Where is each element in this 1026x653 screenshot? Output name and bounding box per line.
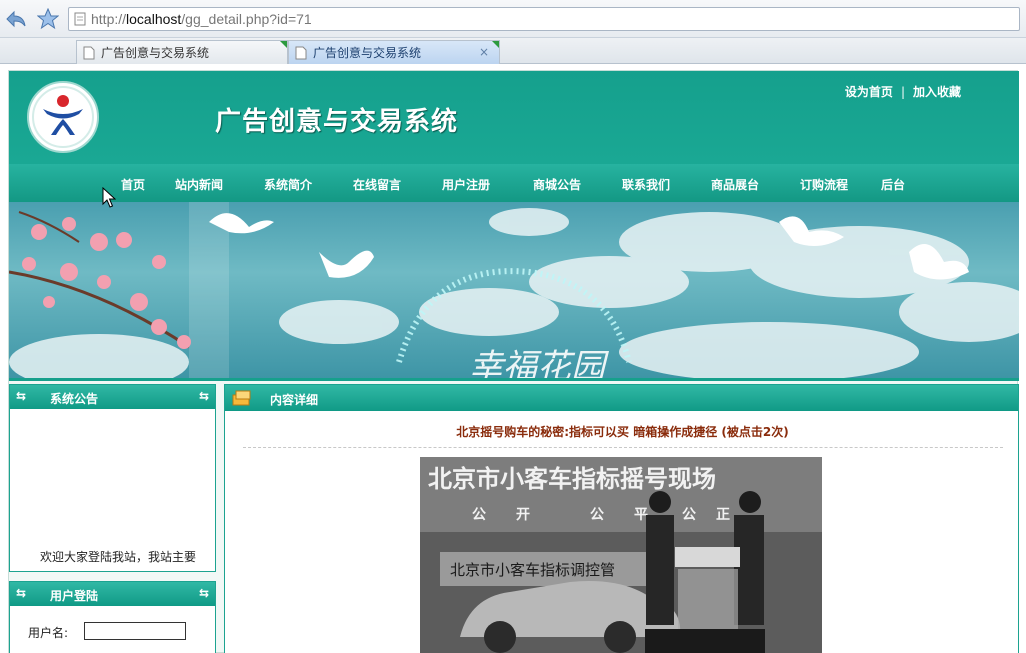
tab-corner-marker — [280, 41, 287, 48]
banner-text: 幸福花园 — [469, 347, 610, 381]
nav-item-intro[interactable]: 系统简介 — [264, 176, 312, 193]
tab-title: 广告创意与交易系统 — [313, 46, 422, 60]
decor-arrow-icon: ⇆ — [198, 389, 209, 403]
set-home-link[interactable]: 设为首页 — [845, 85, 893, 99]
photo-sign: 北京市小客车指标调控管 — [450, 561, 615, 579]
favorites-button[interactable] — [36, 7, 60, 31]
nav-item-products[interactable]: 商品展台 — [711, 176, 759, 193]
browser-tab-active[interactable]: 广告创意与交易系统 × — [288, 40, 500, 64]
article-title: 北京摇号购车的秘密:指标可以买 暗箱操作成捷径 (被点击2次) — [456, 425, 789, 439]
article-photo: 北京市小客车指标摇号现场 公 开 公 平 公 正 北京市小客车指标调控管 — [420, 457, 822, 653]
username-label: 用户名: — [28, 626, 69, 640]
star-icon — [37, 8, 59, 30]
add-favorite-link[interactable]: 加入收藏 — [913, 85, 961, 99]
tab-corner-marker — [492, 41, 499, 48]
tab-strip: 广告创意与交易系统 广告创意与交易系统 × — [0, 38, 1026, 64]
nav-item-messages[interactable]: 在线留言 — [353, 176, 401, 193]
content-panel-title: 内容详细 — [270, 393, 319, 407]
banner-artwork: 幸福花园 — [9, 202, 1019, 381]
login-panel-title: 用户登陆 — [50, 589, 99, 603]
nav-item-order-flow[interactable]: 订购流程 — [800, 176, 848, 193]
page-container: 广告创意与交易系统 设为首页 | 加入收藏 首页 站内新闻 系统简介 在线留言 用户… — [8, 70, 1019, 653]
content-panel: 内容详细 北京摇号购车的秘密:指标可以买 暗箱操作成捷径 (被点击2次) 北京市… — [224, 384, 1019, 653]
banner-image: 幸福花园 — [9, 202, 1019, 381]
browser-toolbar: http://localhost/gg_detail.php?id=71 — [0, 0, 1026, 38]
login-panel: ⇆ 用户登陆 ⇆ 用户名: — [9, 581, 216, 653]
site-logo — [27, 81, 99, 153]
top-links: 设为首页 | 加入收藏 — [845, 83, 961, 100]
nav-item-register[interactable]: 用户注册 — [442, 176, 490, 193]
logo-emblem — [32, 86, 94, 148]
nav-item-home[interactable]: 首页 — [121, 176, 145, 193]
book-icon — [232, 390, 251, 406]
site-title: 广告创意与交易系统 — [215, 107, 459, 137]
url-text: http://localhost/gg_detail.php?id=71 — [91, 11, 312, 27]
svg-text:平: 平 — [634, 507, 648, 523]
web-page: 广告创意与交易系统 设为首页 | 加入收藏 首页 站内新闻 系统简介 在线留言 用户… — [0, 65, 1026, 653]
decor-arrow-icon: ⇆ — [16, 586, 27, 600]
main-nav: 首页 站内新闻 系统简介 在线留言 用户注册 商城公告 联系我们 商品展台 订购… — [9, 164, 1019, 202]
article-image: 北京市小客车指标摇号现场 公 开 公 平 公 正 北京市小客车指标调控管 — [420, 457, 822, 653]
svg-text:开: 开 — [516, 507, 530, 523]
page-icon — [74, 12, 86, 26]
site-header: 广告创意与交易系统 设为首页 | 加入收藏 — [9, 71, 1019, 164]
svg-text:正: 正 — [716, 507, 730, 523]
nav-item-contact[interactable]: 联系我们 — [622, 176, 670, 193]
link-separator: | — [900, 85, 905, 99]
photo-headline: 北京市小客车指标摇号现场 — [428, 465, 716, 493]
document-icon — [83, 46, 95, 59]
svg-text:公: 公 — [472, 507, 486, 523]
notice-panel-header: ⇆ 系统公告 ⇆ — [10, 385, 215, 409]
nav-item-admin[interactable]: 后台 — [881, 176, 905, 193]
notice-panel-title: 系统公告 — [50, 392, 99, 406]
decor-arrow-icon: ⇆ — [198, 586, 209, 600]
tab-close-icon[interactable]: × — [479, 45, 489, 59]
back-button[interactable] — [4, 7, 28, 31]
document-icon — [295, 46, 307, 59]
notice-marquee[interactable]: 欢迎大家登陆我站，我站主要 — [40, 548, 196, 565]
svg-text:公: 公 — [682, 507, 696, 523]
divider — [243, 447, 1003, 448]
svg-text:公: 公 — [590, 507, 604, 523]
browser-tab[interactable]: 广告创意与交易系统 — [76, 40, 288, 64]
notice-panel: ⇆ 系统公告 ⇆ 欢迎大家登陆我站，我站主要 — [9, 384, 216, 572]
nav-item-news[interactable]: 站内新闻 — [175, 176, 223, 193]
username-input[interactable] — [84, 622, 186, 640]
content-panel-header: 内容详细 — [225, 385, 1018, 411]
tab-title: 广告创意与交易系统 — [101, 46, 210, 60]
login-panel-header: ⇆ 用户登陆 ⇆ — [10, 582, 215, 606]
mouse-cursor-icon — [102, 187, 116, 208]
address-bar[interactable]: http://localhost/gg_detail.php?id=71 — [68, 7, 1020, 31]
back-arrow-icon — [6, 10, 26, 28]
nav-item-announcements[interactable]: 商城公告 — [533, 176, 581, 193]
decor-arrow-icon: ⇆ — [16, 389, 27, 403]
